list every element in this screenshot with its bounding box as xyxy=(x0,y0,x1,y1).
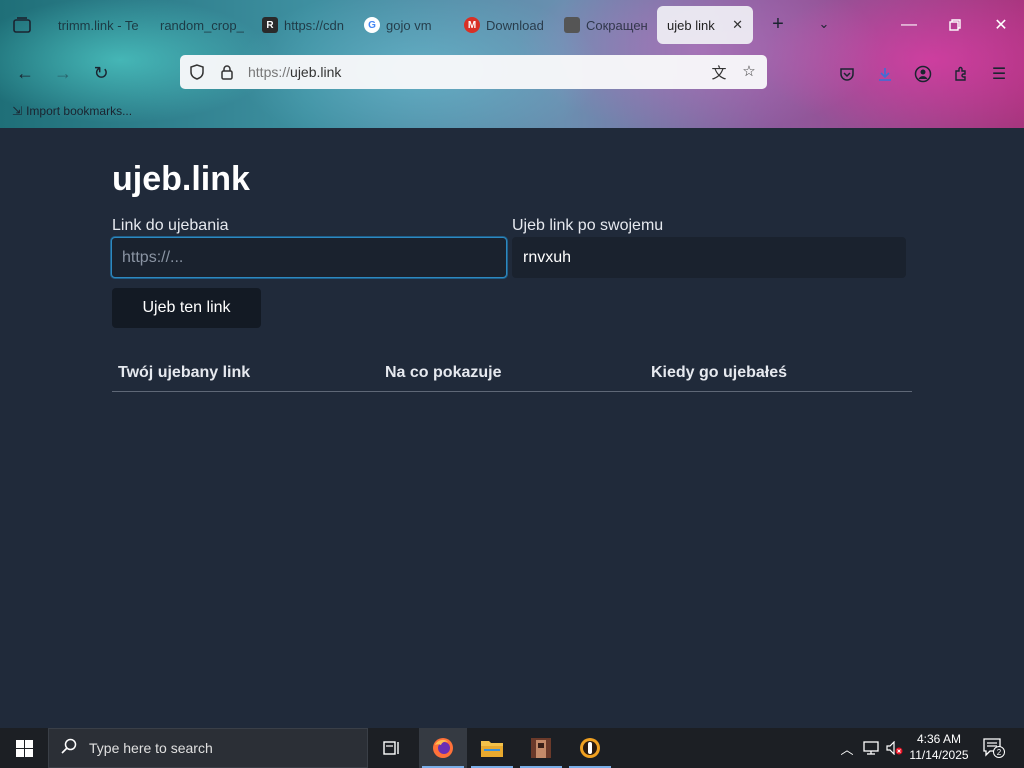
cdn-favicon-icon: R xyxy=(262,17,278,33)
mega-favicon-icon: M xyxy=(464,17,480,33)
tracking-shield-icon[interactable] xyxy=(182,64,212,80)
tab-overview-icon[interactable] xyxy=(12,15,32,35)
tab-strip: trimm.link - Te random_crop_ R https://c… xyxy=(0,0,1024,50)
extensions-icon[interactable] xyxy=(949,62,973,86)
menu-hamburger-icon[interactable]: ☰ xyxy=(987,62,1011,86)
new-tab-icon[interactable]: + xyxy=(768,14,788,34)
pocket-icon[interactable] xyxy=(835,62,859,86)
browser-chrome: trimm.link - Te random_crop_ R https://c… xyxy=(0,0,1024,128)
import-bookmarks-label: Import bookmarks... xyxy=(26,104,133,118)
taskbar-firefox-icon[interactable] xyxy=(419,728,467,768)
import-bookmarks-link[interactable]: ⇲ Import bookmarks... xyxy=(12,104,132,118)
taskbar-file-explorer-icon[interactable] xyxy=(468,728,516,768)
url-protocol: https:// xyxy=(248,64,291,80)
url-host: ujeb.link xyxy=(290,64,342,80)
tab-list-chevron-icon[interactable]: ⌄ xyxy=(814,14,834,34)
page-content: ujeb.link Link do ujebania Ujeb link po … xyxy=(0,128,1024,728)
windows-start-icon[interactable] xyxy=(0,728,48,768)
clock-time: 4:36 AM xyxy=(916,732,962,746)
minimize-icon[interactable]: — xyxy=(896,12,922,38)
custom-slug-label: Ujeb link po swojemu xyxy=(512,217,664,234)
link-input-label: Link do ujebania xyxy=(112,217,229,234)
bookmarks-bar: ⇲ Import bookmarks... xyxy=(0,96,1024,128)
account-icon[interactable] xyxy=(911,62,935,86)
import-icon: ⇲ xyxy=(12,104,23,118)
search-placeholder: Type here to search xyxy=(89,740,213,756)
page-title: ujeb.link xyxy=(112,160,250,198)
system-clock[interactable]: 4:36 AM 11/14/2025 xyxy=(905,731,973,763)
notifications-icon[interactable]: 2 xyxy=(980,728,1008,768)
url-bar[interactable]: https://ujeb.link 文 ☆ xyxy=(180,55,767,89)
tab-label: gojo vm xyxy=(386,17,432,33)
tab-label: ujeb link xyxy=(667,17,715,33)
tab-gojo[interactable]: G gojo vm xyxy=(354,6,454,44)
tab-random-crop[interactable]: random_crop_ xyxy=(150,6,250,44)
reload-icon[interactable]: ↻ xyxy=(88,61,114,85)
tab-label: Download xyxy=(486,17,544,33)
search-icon xyxy=(49,738,89,759)
bookmark-star-icon[interactable]: ☆ xyxy=(737,62,761,83)
tab-cdn[interactable]: R https://cdn xyxy=(252,6,352,44)
links-table-header: Twój ujebany link Na co pokazuje Kiedy g… xyxy=(112,364,912,392)
tab-label: https://cdn xyxy=(284,17,344,33)
tab-trimm[interactable]: trimm.link - Te xyxy=(48,6,148,44)
tab-label: random_crop_ xyxy=(160,17,244,33)
lock-icon[interactable] xyxy=(212,64,242,80)
taskbar: Type here to search ︿ 4:36 AM 11/14/2025… xyxy=(0,728,1024,768)
tab-ujeb-link[interactable]: ujeb link ✕ xyxy=(657,6,753,44)
nav-bar: ← → ↻ https://ujeb.link 文 ☆ ☰ xyxy=(0,50,1024,96)
column-header-short-link: Twój ujebany link xyxy=(118,364,251,381)
translate-icon[interactable]: 文 xyxy=(707,62,731,83)
tab-label: Сокращен xyxy=(586,17,648,33)
forward-icon[interactable]: → xyxy=(50,61,76,85)
network-icon[interactable] xyxy=(860,728,882,768)
restore-icon[interactable] xyxy=(942,12,968,38)
google-favicon-icon: G xyxy=(364,17,380,33)
column-header-created: Kiedy go ujebałeś xyxy=(651,364,788,381)
tab-label: trimm.link - Te xyxy=(58,17,139,33)
shorten-link-button[interactable]: Ujeb ten link xyxy=(112,288,261,328)
volume-muted-icon[interactable] xyxy=(884,728,906,768)
tab-close-icon[interactable]: ✕ xyxy=(732,17,743,33)
notification-count: 2 xyxy=(997,748,1002,757)
page-favicon-icon xyxy=(564,17,580,33)
close-window-icon[interactable]: ✕ xyxy=(988,12,1014,38)
task-view-icon[interactable] xyxy=(368,728,416,768)
url-text[interactable]: https://ujeb.link xyxy=(248,64,707,80)
taskbar-media-app-icon[interactable] xyxy=(566,728,614,768)
tab-download[interactable]: M Download xyxy=(454,6,554,44)
taskbar-search[interactable]: Type here to search xyxy=(48,728,368,768)
clock-date: 11/14/2025 xyxy=(909,748,969,762)
column-header-target: Na co pokazuje xyxy=(385,364,502,381)
downloads-icon[interactable] xyxy=(873,62,897,86)
custom-slug-input[interactable] xyxy=(512,237,906,278)
link-input[interactable] xyxy=(111,237,507,278)
taskbar-app-icon[interactable] xyxy=(517,728,565,768)
tray-overflow-chevron-icon[interactable]: ︿ xyxy=(836,728,858,768)
back-icon[interactable]: ← xyxy=(12,61,38,85)
tab-sokrashchen[interactable]: Сокращен xyxy=(554,6,654,44)
